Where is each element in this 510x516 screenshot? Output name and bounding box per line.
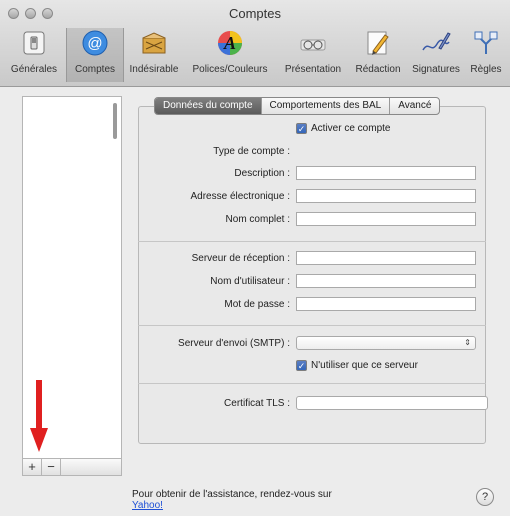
email-field[interactable] [296,189,476,203]
general-switch-icon [19,28,49,58]
footer-help: Pour obtenir de l'assistance, rendez-vou… [132,489,332,511]
rules-icon [471,28,501,58]
activate-account-checkbox[interactable]: ✓ Activer ce compte [296,123,390,134]
checkmark-icon: ✓ [296,123,307,134]
toolbar-label: Comptes [74,64,115,75]
compose-pencil-icon [363,28,393,58]
preferences-window: Comptes Générales @ Comptes Indésirable … [0,0,510,516]
add-account-button[interactable]: + [23,459,42,475]
toolbar-item-regles[interactable]: Règles [466,28,506,82]
toolbar-item-indesirable[interactable]: Indésirable [124,28,184,82]
toolbar-label: Présentation [284,64,342,75]
toolbar-label: Polices/Couleurs [192,64,268,75]
password-label: Mot de passe : [224,299,290,310]
svg-text:A: A [223,33,236,53]
toolbar-item-generales[interactable]: Générales [4,28,64,82]
tab-bar: Données du compte Comportements des BAL … [154,97,441,115]
toolbar-label: Signatures [412,64,460,75]
fullname-label: Nom complet : [225,214,290,225]
only-this-server-label: N'utiliser que ce serveur [311,360,418,371]
tab-avance[interactable]: Avancé [390,98,439,114]
toolbar-item-redaction[interactable]: Rédaction [350,28,406,82]
accounts-list-scrollbar[interactable] [113,103,117,139]
description-field[interactable] [296,166,476,180]
toolbar-item-signatures[interactable]: Signatures [408,28,464,82]
account-type-label: Type de compte : [213,146,290,157]
toolbar-item-presentation[interactable]: Présentation [280,28,346,82]
tab-donnees-du-compte[interactable]: Données du compte [155,98,262,114]
activate-account-label: Activer ce compte [311,123,391,134]
red-arrow-annotation [30,380,48,452]
remove-account-button[interactable]: − [42,459,61,475]
accounts-list-button-bar: + − [22,458,122,476]
username-label: Nom d'utilisateur : [210,276,290,287]
divider [138,241,486,242]
description-label: Description : [234,168,290,179]
at-sign-icon: @ [80,28,110,58]
fonts-colors-icon: A [215,28,245,58]
tls-certificate-label: Certificat TLS : [224,398,290,409]
toolbar-label: Indésirable [129,64,179,75]
toolbar-item-comptes[interactable]: @ Comptes [66,28,124,82]
help-button[interactable]: ? [476,488,494,506]
email-label: Adresse électronique : [190,191,290,202]
select-arrows-icon: ⇕ [464,338,471,347]
smtp-server-select[interactable]: ⇕ [296,336,476,350]
toolbar: Générales @ Comptes Indésirable A Police… [0,26,510,84]
toolbar-label: Générales [10,64,58,75]
title-bar: Comptes Générales @ Comptes Indésirable … [0,0,510,87]
username-field[interactable] [296,274,476,288]
incoming-server-label: Serveur de réception : [191,253,290,264]
tab-comportements-bal[interactable]: Comportements des BAL [262,98,391,114]
window-title: Comptes [228,6,282,21]
incoming-server-field[interactable] [296,251,476,265]
glasses-icon [298,28,328,58]
checkmark-icon: ✓ [296,360,307,371]
yahoo-link[interactable]: Yahoo! [132,500,332,511]
password-field[interactable] [296,297,476,311]
toolbar-label: Règles [470,64,502,75]
footer-help-text: Pour obtenir de l'assistance, rendez-vou… [132,489,332,500]
only-this-server-checkbox[interactable]: ✓ N'utiliser que ce serveur [296,360,418,371]
svg-text:@: @ [87,35,102,52]
divider [138,383,486,384]
tls-certificate-select[interactable] [296,396,488,410]
divider [138,325,486,326]
toolbar-item-polices[interactable]: A Polices/Couleurs [186,28,274,82]
junk-mail-icon [139,28,169,58]
toolbar-label: Rédaction [355,64,401,75]
signature-pen-icon [421,28,451,58]
smtp-label: Serveur d'envoi (SMTP) : [178,338,290,349]
fullname-field[interactable] [296,212,476,226]
